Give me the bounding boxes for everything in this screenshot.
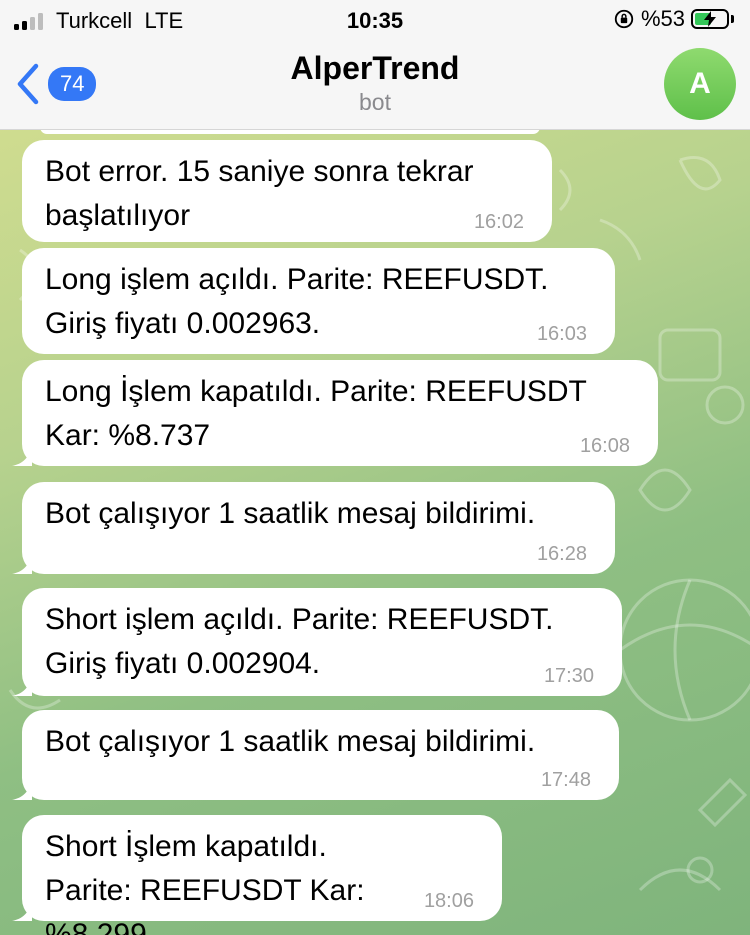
chat-title: AlperTrend [290, 50, 460, 86]
bubble-tail [12, 778, 32, 800]
bubble-tail [12, 674, 32, 696]
message-bubble[interactable]: Bot çalışıyor 1 saatlik mesaj bildirimi.… [12, 710, 619, 800]
message-bubble[interactable]: Long işlem açıldı. Parite: REEFUSDT. Gir… [22, 248, 615, 354]
message-text: Bot çalışıyor 1 saatlik mesaj bildirimi. [45, 725, 536, 758]
bubble-tail [12, 552, 32, 574]
battery-cap [731, 15, 734, 23]
message-text: Short İşlem kapatıldı. Parite: REEFUSDT … [45, 830, 365, 935]
message-list[interactable]: Bot error. 15 saniye sonra tekrar başlat… [0, 130, 750, 935]
message-time: 18:06 [423, 890, 474, 912]
battery-icon [691, 9, 729, 29]
avatar[interactable]: A [664, 48, 736, 120]
message-bubble[interactable]: Bot error. 15 saniye sonra tekrar başlat… [22, 140, 552, 242]
bubble-tail [12, 444, 32, 466]
message-text: Short işlem açıldı. Parite: REEFUSDT. Gi… [45, 603, 554, 680]
message-time: 16:08 [579, 435, 630, 457]
message-bubble[interactable]: Short işlem açıldı. Parite: REEFUSDT. Gi… [12, 588, 622, 696]
chat-header: 74 AlperTrend bot A [0, 40, 750, 130]
charging-bolt-icon [704, 11, 716, 27]
bubble-tail [12, 899, 32, 921]
status-bar: Turkcell LTE 10:35 %53 [0, 0, 750, 40]
message-bubble[interactable]: Bot çalışıyor 1 saatlik mesaj bildirimi.… [12, 482, 615, 574]
message-time: 17:48 [540, 769, 591, 791]
message-text: Long işlem açıldı. Parite: REEFUSDT. Gir… [45, 263, 549, 340]
message-time: 16:03 [536, 323, 587, 345]
message-bubble[interactable]: Short İşlem kapatıldı. Parite: REEFUSDT … [12, 815, 502, 935]
previous-message-edge [40, 130, 540, 134]
message-time: 17:30 [543, 665, 594, 687]
message-time: 16:28 [536, 543, 587, 565]
rotation-lock-icon [614, 9, 634, 29]
message-time: 16:02 [473, 211, 524, 233]
message-text: Bot error. 15 saniye sonra tekrar başlat… [45, 155, 474, 232]
battery-percent: %53 [640, 6, 685, 31]
chat-title-block[interactable]: AlperTrend bot [0, 50, 750, 116]
message-text: Bot çalışıyor 1 saatlik mesaj bildirimi. [45, 497, 536, 530]
message-bubble[interactable]: Long İşlem kapatıldı. Parite: REEFUSDT K… [12, 360, 658, 466]
message-text: Long İşlem kapatıldı. Parite: REEFUSDT K… [45, 375, 587, 452]
chat-subtitle: bot [359, 89, 391, 115]
status-right: %53 [613, 6, 734, 32]
